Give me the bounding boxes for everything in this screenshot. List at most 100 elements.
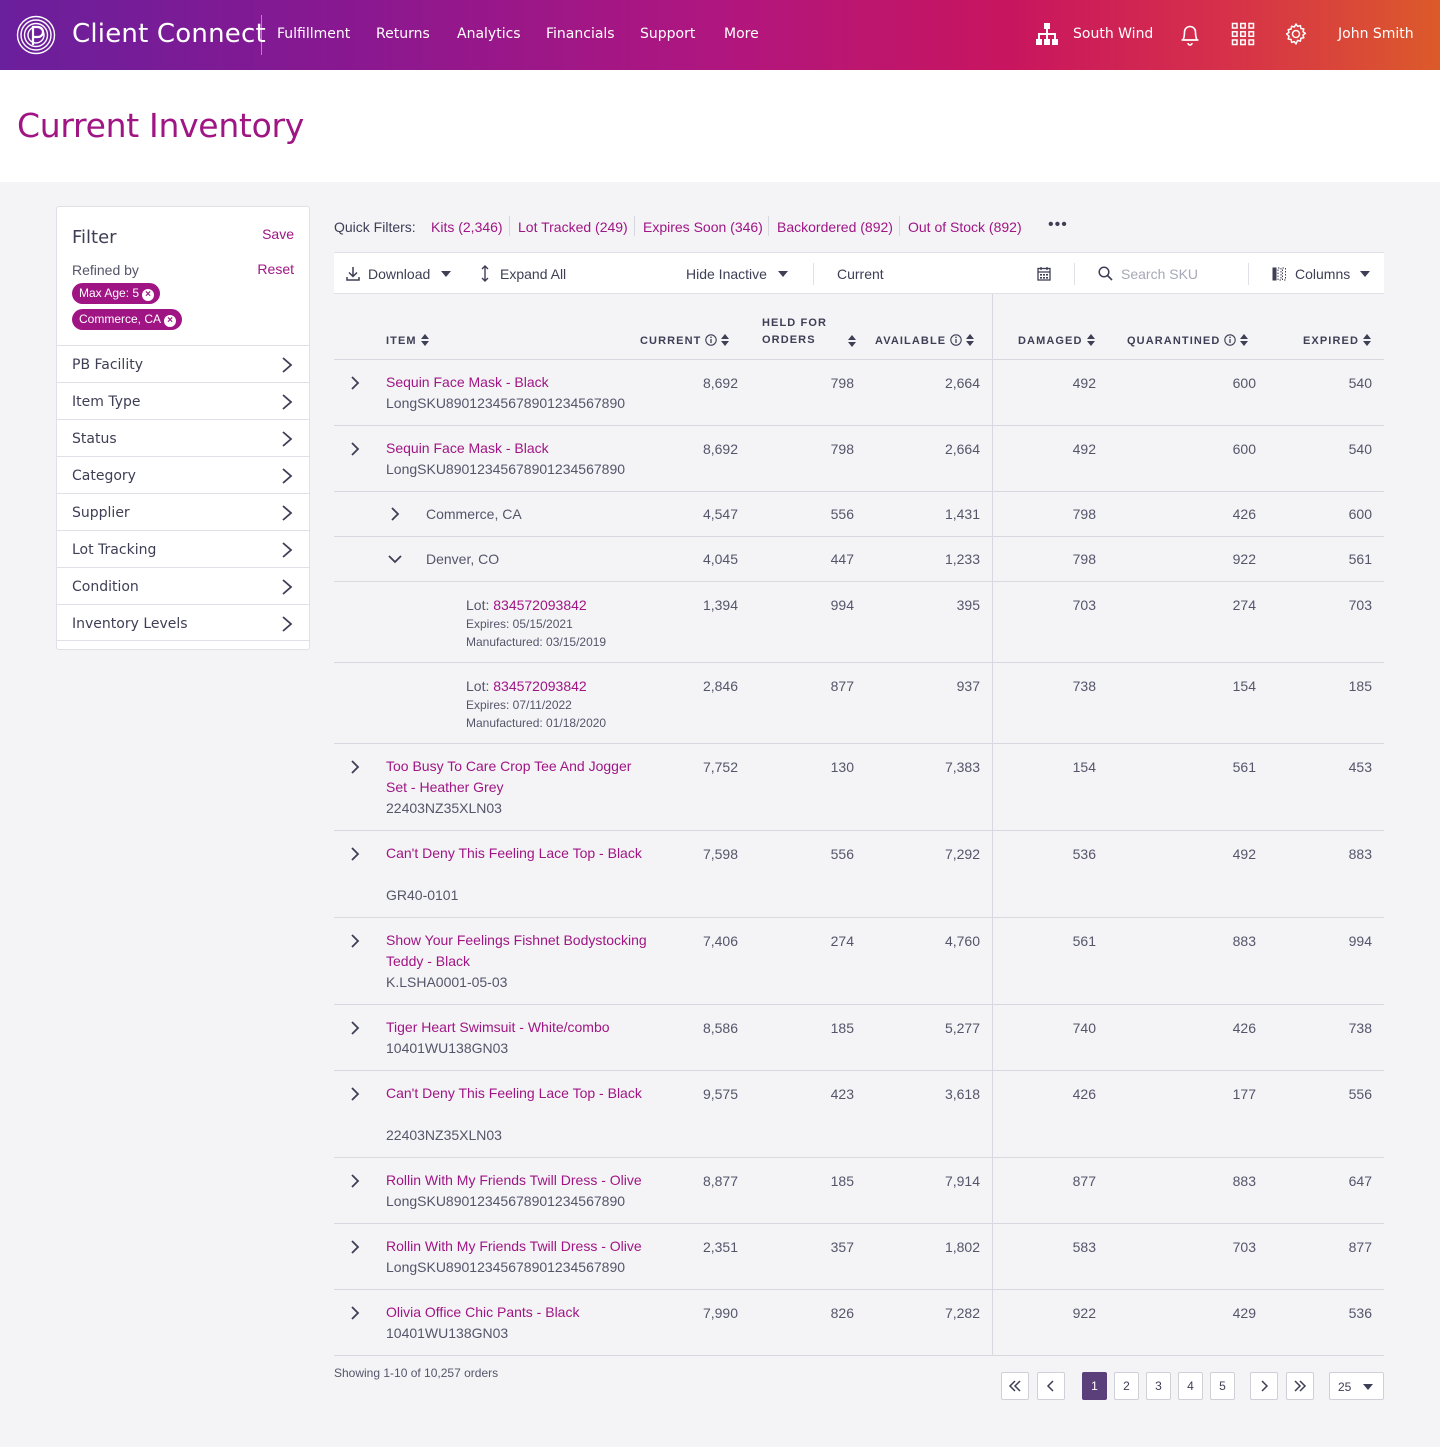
- calendar-icon[interactable]: [1037, 266, 1051, 281]
- pitney-logo-icon[interactable]: [16, 15, 56, 55]
- remove-chip-icon[interactable]: ×: [164, 315, 177, 327]
- more-options-icon[interactable]: •••: [1048, 216, 1068, 234]
- chevron-right-icon[interactable]: [388, 507, 402, 521]
- location-row[interactable]: Commerce, CA 4,547 556 1,431 798 426 600: [334, 492, 1384, 537]
- table-row[interactable]: Olivia Office Chic Pants - Black 10401WU1…: [334, 1290, 1384, 1356]
- user-menu[interactable]: John Smith: [1338, 26, 1414, 42]
- brand-name[interactable]: Client Connect: [72, 19, 266, 49]
- download-button[interactable]: Download: [368, 266, 430, 282]
- lot-number-link[interactable]: 834572093842: [493, 597, 586, 613]
- columns-dropdown[interactable]: Columns: [1295, 266, 1350, 282]
- item-name-link[interactable]: Tiger Heart Swimsuit - White/combo: [386, 1017, 648, 1038]
- table-row[interactable]: Sequin Face Mask - Black LongSKU890123456…: [334, 360, 1384, 426]
- facet-lot-tracking[interactable]: Lot Tracking: [57, 530, 309, 567]
- previous-page-button[interactable]: [1037, 1372, 1065, 1400]
- expand-all-button[interactable]: Expand All: [500, 266, 566, 282]
- caret-down-icon[interactable]: [441, 271, 451, 277]
- chevron-right-icon[interactable]: [348, 934, 362, 948]
- item-name-link[interactable]: Rollin With My Friends Twill Dress - Oli…: [386, 1170, 648, 1191]
- search-sku-input[interactable]: Search SKU: [1121, 266, 1198, 282]
- table-row[interactable]: Show Your Feelings Fishnet Bodystocking …: [334, 918, 1384, 1005]
- item-name-link[interactable]: Olivia Office Chic Pants - Black: [386, 1302, 648, 1323]
- quick-filter-lot-tracked[interactable]: Lot Tracked (249): [518, 219, 628, 235]
- filter-save-link[interactable]: Save: [262, 226, 294, 242]
- chevron-right-icon[interactable]: [348, 1087, 362, 1101]
- lot-row[interactable]: Lot: 834572093842 Expires: 07/11/2022 Manu…: [334, 663, 1384, 744]
- cell-held: 130: [830, 759, 854, 775]
- table-row[interactable]: Too Busy To Care Crop Tee And Jogger Set…: [334, 744, 1384, 831]
- facet-condition[interactable]: Condition: [57, 567, 309, 604]
- next-page-button[interactable]: [1250, 1372, 1278, 1400]
- chevron-right-icon: [282, 579, 293, 595]
- item-name-link[interactable]: Show Your Feelings Fishnet Bodystocking …: [386, 930, 648, 972]
- lot-row[interactable]: Lot: 834572093842 Expires: 05/15/2021 Manu…: [334, 582, 1384, 663]
- nav-more[interactable]: More: [724, 26, 759, 42]
- bell-icon[interactable]: [1178, 22, 1202, 46]
- cell-damaged: 536: [1072, 846, 1096, 862]
- facet-status[interactable]: Status: [57, 419, 309, 456]
- hide-inactive-dropdown[interactable]: Hide Inactive: [686, 266, 767, 282]
- item-sku: LongSKU89012345678901234567890: [386, 395, 626, 411]
- org-hierarchy-icon[interactable]: [1035, 22, 1059, 46]
- page-size-select[interactable]: 25: [1329, 1372, 1384, 1400]
- gear-icon[interactable]: [1284, 22, 1308, 46]
- nav-support[interactable]: Support: [640, 26, 695, 42]
- chevron-right-icon[interactable]: [348, 376, 362, 390]
- page-button-1[interactable]: 1: [1082, 1372, 1107, 1400]
- page-button-3[interactable]: 3: [1146, 1372, 1171, 1400]
- item-name-link[interactable]: Can't Deny This Feeling Lace Top - Black: [386, 843, 648, 864]
- caret-down-icon[interactable]: [778, 271, 788, 277]
- org-name[interactable]: South Wind: [1073, 26, 1153, 42]
- app-grid-icon[interactable]: [1231, 22, 1255, 46]
- facet-pb-facility[interactable]: PB Facility: [57, 345, 309, 382]
- page-button-2[interactable]: 2: [1114, 1372, 1139, 1400]
- facet-category[interactable]: Category: [57, 456, 309, 493]
- remove-chip-icon[interactable]: ×: [142, 289, 155, 301]
- last-page-button[interactable]: [1286, 1372, 1314, 1400]
- quick-filter-expires-soon[interactable]: Expires Soon (346): [643, 219, 763, 235]
- table-row[interactable]: Sequin Face Mask - Black LongSKU890123456…: [334, 426, 1384, 492]
- quick-filter-out-of-stock[interactable]: Out of Stock (892): [908, 219, 1022, 235]
- table-row[interactable]: Can't Deny This Feeling Lace Top - Black…: [334, 831, 1384, 918]
- item-name-link[interactable]: Too Busy To Care Crop Tee And Jogger Set…: [386, 756, 648, 798]
- item-name-link[interactable]: Can't Deny This Feeling Lace Top - Black: [386, 1083, 648, 1104]
- facet-item-type[interactable]: Item Type: [57, 382, 309, 419]
- item-name-link[interactable]: Sequin Face Mask - Black: [386, 438, 648, 459]
- facet-inventory-levels[interactable]: Inventory Levels: [57, 604, 309, 641]
- quick-filter-kits[interactable]: Kits (2,346): [431, 219, 503, 235]
- cell-expired: 556: [1348, 1086, 1372, 1102]
- nav-returns[interactable]: Returns: [376, 26, 430, 42]
- facet-supplier[interactable]: Supplier: [57, 493, 309, 530]
- cell-quarantined: 426: [1232, 1020, 1256, 1036]
- page-button-4[interactable]: 4: [1178, 1372, 1203, 1400]
- table-row[interactable]: Tiger Heart Swimsuit - White/combo 10401W…: [334, 1005, 1384, 1071]
- cell-current: 4,547: [702, 506, 738, 522]
- filter-reset-link[interactable]: Reset: [257, 261, 294, 277]
- table-row[interactable]: Rollin With My Friends Twill Dress - Oli…: [334, 1224, 1384, 1290]
- chevron-right-icon[interactable]: [348, 760, 362, 774]
- chevron-right-icon[interactable]: [348, 847, 362, 861]
- location-row[interactable]: Denver, CO 4,045 447 1,233 798 922 561: [334, 537, 1384, 582]
- cell-held: 556: [830, 846, 854, 862]
- item-name-link[interactable]: Sequin Face Mask - Black: [386, 372, 648, 393]
- date-picker-input[interactable]: Current: [837, 266, 884, 282]
- chevron-down-icon[interactable]: [388, 552, 402, 566]
- filter-chip-max-age[interactable]: Max Age: 5 ×: [72, 283, 161, 304]
- table-row[interactable]: Can't Deny This Feeling Lace Top - Black…: [334, 1071, 1384, 1158]
- chevron-right-icon[interactable]: [348, 1240, 362, 1254]
- caret-down-icon[interactable]: [1360, 271, 1370, 277]
- first-page-button[interactable]: [1001, 1372, 1029, 1400]
- chevron-right-icon[interactable]: [348, 1174, 362, 1188]
- filter-chip-commerce[interactable]: Commerce, CA ×: [72, 309, 183, 330]
- table-row[interactable]: Rollin With My Friends Twill Dress - Oli…: [334, 1158, 1384, 1224]
- chevron-right-icon[interactable]: [348, 442, 362, 456]
- chevron-right-icon[interactable]: [348, 1306, 362, 1320]
- lot-number-link[interactable]: 834572093842: [493, 678, 586, 694]
- page-button-5[interactable]: 5: [1210, 1372, 1235, 1400]
- nav-analytics[interactable]: Analytics: [457, 26, 521, 42]
- chevron-right-icon[interactable]: [348, 1021, 362, 1035]
- nav-fulfillment[interactable]: Fulfillment: [277, 26, 350, 42]
- item-name-link[interactable]: Rollin With My Friends Twill Dress - Oli…: [386, 1236, 648, 1257]
- nav-financials[interactable]: Financials: [546, 26, 615, 42]
- quick-filter-backordered[interactable]: Backordered (892): [777, 219, 893, 235]
